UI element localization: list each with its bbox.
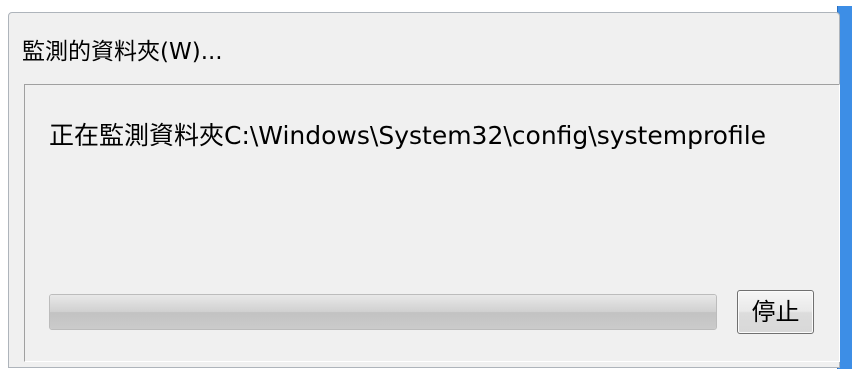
stop-button[interactable]: 停止 bbox=[737, 290, 814, 334]
watched-folders-menu[interactable]: 監測的資料夾(W)... bbox=[22, 32, 223, 66]
monitor-progress-bar bbox=[49, 294, 717, 330]
monitoring-status-text: 正在監測資料夾C:\Windows\System32\config\system… bbox=[49, 121, 767, 150]
progress-bar-fill bbox=[50, 295, 716, 329]
window-frame: 監測的資料夾(W)... 正在監測資料夾C:\Windows\System32\… bbox=[0, 0, 852, 369]
monitor-status-box: 正在監測資料夾C:\Windows\System32\config\system… bbox=[24, 84, 840, 362]
